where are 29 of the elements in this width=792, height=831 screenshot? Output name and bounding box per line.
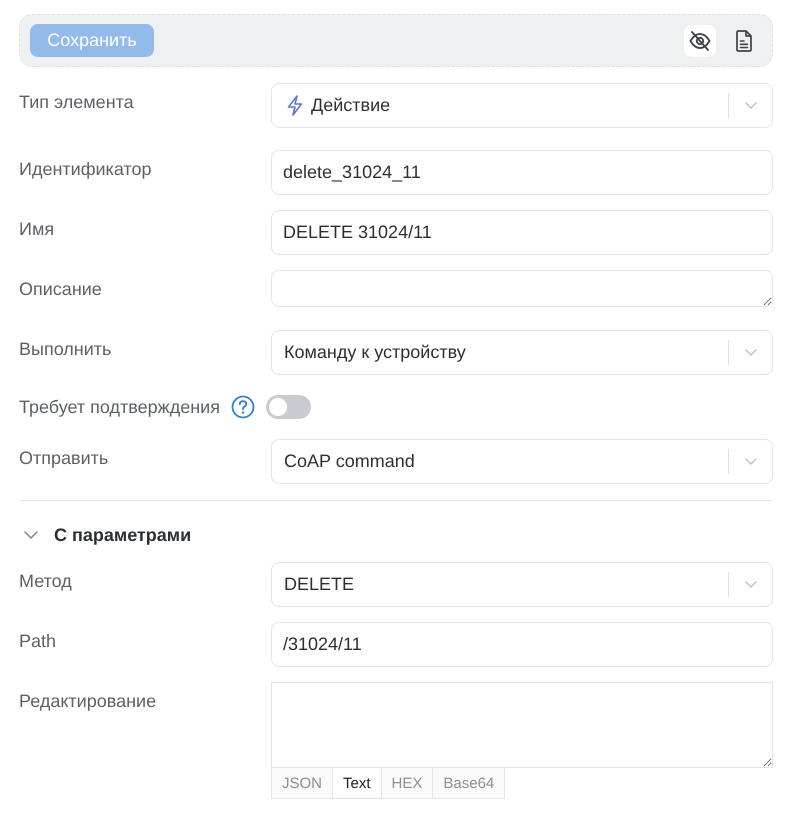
field-label: Тип элемента <box>19 91 135 113</box>
field-label: Описание <box>19 278 103 300</box>
field-label: Отправить <box>19 447 110 469</box>
select-field[interactable]: Действие <box>271 83 773 128</box>
text-input[interactable]: delete_31024_11 <box>271 150 773 195</box>
chevron-down-icon <box>745 458 757 465</box>
field-label: Идентификатор <box>19 158 153 180</box>
field-label: Метод <box>19 570 73 592</box>
text-input[interactable]: /31024/11 <box>271 622 773 667</box>
chevron-down-icon <box>745 581 757 588</box>
field-label: Path <box>19 630 58 652</box>
select-field[interactable]: CoAP command <box>271 439 773 484</box>
format-tab[interactable]: Text <box>333 768 382 799</box>
chevron-down-icon <box>745 102 757 109</box>
text-input[interactable]: DELETE 31024/11 <box>271 210 773 255</box>
help-icon[interactable] <box>230 395 255 419</box>
field-label: Выполнить <box>19 338 112 360</box>
select-field[interactable]: Команду к устройству <box>271 330 773 375</box>
field-label: Требует подтверждения <box>19 396 220 418</box>
select-field[interactable]: DELETE <box>271 562 773 607</box>
hide-button[interactable] <box>684 24 716 56</box>
section-header[interactable]: С параметрами <box>19 523 192 547</box>
document-icon <box>735 30 753 52</box>
field-label: Редактирование <box>19 690 158 712</box>
chevron-down-icon <box>745 349 757 356</box>
toggle-switch[interactable] <box>266 395 311 419</box>
lightning-icon <box>287 95 303 116</box>
field-label: Имя <box>19 218 56 240</box>
eye-off-icon <box>689 30 711 50</box>
